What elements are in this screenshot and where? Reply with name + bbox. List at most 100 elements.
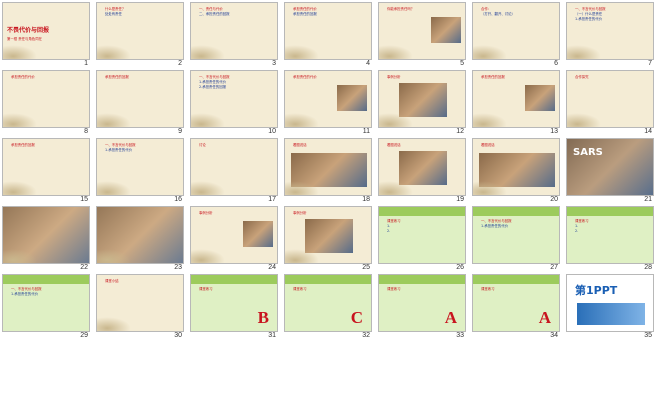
slide-thumbnail[interactable]: 课堂练习 B (190, 274, 278, 332)
decorative-branch (191, 113, 225, 127)
slide-text-line: 合作： (481, 7, 492, 11)
slide-number: 20 (550, 196, 558, 203)
slide-thumbnail[interactable] (96, 206, 184, 264)
slide-thumbnail[interactable]: 一、不言代价与回报 （一）什么是责任 1.承担责任的代价 (566, 2, 654, 60)
slide-thumbnail[interactable]: 承担责任的代价 (2, 70, 90, 128)
green-header-band (567, 207, 653, 216)
slide-number: 30 (174, 332, 182, 339)
slide-sorter-grid: 不畏代价与回报 第一框 责任与角色同在 1 什么是责任？ 处处有责任 2 一、责任与代价 二、… (2, 2, 658, 408)
slide-cell: 课堂练习 A 33 (378, 274, 466, 340)
slide-thumbnail[interactable]: 不畏代价与回报 第一框 责任与角色同在 (2, 2, 90, 60)
slide-text-line: 承担责任的代价 (11, 75, 35, 79)
slide-number: 16 (174, 196, 182, 203)
decorative-branch (473, 45, 507, 59)
slide-thumbnail[interactable]: 看图说话 (284, 138, 372, 196)
slide-thumbnail[interactable]: 第1PPT (566, 274, 654, 332)
slide-number: 22 (80, 264, 88, 271)
slide-thumbnail[interactable]: 合作探究 (566, 70, 654, 128)
slide-number: 8 (84, 128, 88, 135)
slide-text-line: 课堂练习 (293, 287, 307, 291)
slide-text-line: 课堂练习 (387, 219, 401, 223)
slide-thumbnail[interactable]: 承担责任的回报 (2, 138, 90, 196)
slide-number: 3 (272, 60, 276, 67)
answer-letter: C (350, 308, 363, 327)
slide-text-line: 承担责任的回报 (105, 75, 129, 79)
slide-number: 34 (550, 332, 558, 339)
decorative-branch (285, 181, 319, 195)
slide-cell: 你能承担责任吗？ 5 (378, 2, 466, 68)
slide-thumbnail[interactable]: 合作： （打开、翻开、讨论） (472, 2, 560, 60)
slide-thumbnail[interactable]: SARS (566, 138, 654, 196)
decorative-branch (97, 249, 131, 263)
decorative-branch (379, 181, 413, 195)
slide-number: 4 (366, 60, 370, 67)
decorative-branch (3, 45, 37, 59)
slide-thumbnail[interactable]: 什么是责任？ 处处有责任 (96, 2, 184, 60)
slide-text-line: 1. (387, 224, 391, 228)
slide-thumbnail[interactable]: 承担责任的代价 承担责任的回报 (284, 2, 372, 60)
slide-thumbnail[interactable]: 课堂练习 A (472, 274, 560, 332)
slide-cell: 23 (96, 206, 184, 272)
slide-text-line: 事例分析 (199, 211, 213, 215)
decorative-branch (285, 45, 319, 59)
slide-photo (399, 83, 447, 117)
slide-thumbnail[interactable] (2, 206, 90, 264)
slide-text-line: 1.承担责任的代价 (575, 17, 602, 21)
slide-thumbnail[interactable]: 一、责任与代价 二、承担责任的回报 (190, 2, 278, 60)
slide-cell: 事例分析 24 (190, 206, 278, 272)
slide-text-line: 1.承担责任的代价 (11, 292, 38, 296)
slide-text-line: 你能承担责任吗？ (387, 7, 415, 11)
slide-thumbnail[interactable]: 课堂练习 C (284, 274, 372, 332)
slide-thumbnail[interactable]: 承担责任的回报 (96, 70, 184, 128)
decorative-branch (97, 317, 131, 331)
slide-thumbnail[interactable]: 课堂练习 1. 2. (566, 206, 654, 264)
slide-cell: 事例分析 25 (284, 206, 372, 272)
decorative-branch (97, 45, 131, 59)
slide-thumbnail[interactable]: 事例分析 (378, 70, 466, 128)
slide-photo (399, 151, 447, 185)
decorative-branch (97, 181, 131, 195)
slide-cell: 课堂练习 1. 2. 28 (566, 206, 654, 272)
slide-thumbnail[interactable]: 你能承担责任吗？ (378, 2, 466, 60)
slide-cell: 看图说话 19 (378, 138, 466, 204)
slide-thumbnail[interactable]: 一、不言代价与回报 1.承担责任的代价 2.承担责任的回报 (190, 70, 278, 128)
slide-cell: 一、不言代价与回报 （一）什么是责任 1.承担责任的代价 7 (566, 2, 654, 68)
slide-text-line: 1.承担责任的代价 (199, 80, 226, 84)
slide-number: 25 (362, 264, 370, 271)
slide-thumbnail[interactable]: 看图说话 (472, 138, 560, 196)
slide-thumbnail[interactable]: 承担责任的回报 (472, 70, 560, 128)
slide-text-line: 第一框 责任与角色同在 (7, 37, 42, 41)
decorative-branch (191, 249, 225, 263)
slide-cell: 讨论 17 (190, 138, 278, 204)
slide-cell: 22 (2, 206, 90, 272)
slide-text-line: 一、不言代价与回报 (481, 219, 512, 223)
slide-thumbnail[interactable]: 一、不言代价与回报 1.承担责任的代价 (2, 274, 90, 332)
slide-thumbnail[interactable]: 看图说话 (378, 138, 466, 196)
slide-thumbnail[interactable]: 事例分析 (190, 206, 278, 264)
slide-cell: 一、不言代价与回报 1.承担责任的代价 27 (472, 206, 560, 272)
slide-text-line: 承担责任的回报 (481, 75, 505, 79)
slide-text-line: 看图说话 (481, 143, 495, 147)
slide-thumbnail[interactable]: 一、不言代价与回报 1.承担责任的代价 (472, 206, 560, 264)
slide-thumbnail[interactable]: 课堂练习 1. 2. (378, 206, 466, 264)
slide-photo (243, 221, 273, 247)
slide-number: 32 (362, 332, 370, 339)
slide-number: 1 (84, 60, 88, 67)
slide-thumbnail[interactable]: 事例分析 (284, 206, 372, 264)
slide-cell: 看图说话 18 (284, 138, 372, 204)
slide-cell: 课堂练习 B 31 (190, 274, 278, 340)
slide-thumbnail[interactable]: 讨论 (190, 138, 278, 196)
slide-thumbnail[interactable]: 课堂练习 A (378, 274, 466, 332)
decorative-branch (3, 113, 37, 127)
slide-thumbnail[interactable]: 一、不言代价与回报 1.承担责任的代价 (96, 138, 184, 196)
slide-thumbnail[interactable]: 课堂小结 (96, 274, 184, 332)
slide-number: 27 (550, 264, 558, 271)
slide-cell: 不畏代价与回报 第一框 责任与角色同在 1 (2, 2, 90, 68)
slide-cell: 课堂练习 A 34 (472, 274, 560, 340)
slide-cell: 承担责任的代价 承担责任的回报 4 (284, 2, 372, 68)
slide-number: 23 (174, 264, 182, 271)
slide-cell: 事例分析 12 (378, 70, 466, 136)
slide-text-line: 1. (575, 224, 579, 228)
decorative-branch (567, 113, 601, 127)
slide-thumbnail[interactable]: 承担责任的代价 (284, 70, 372, 128)
